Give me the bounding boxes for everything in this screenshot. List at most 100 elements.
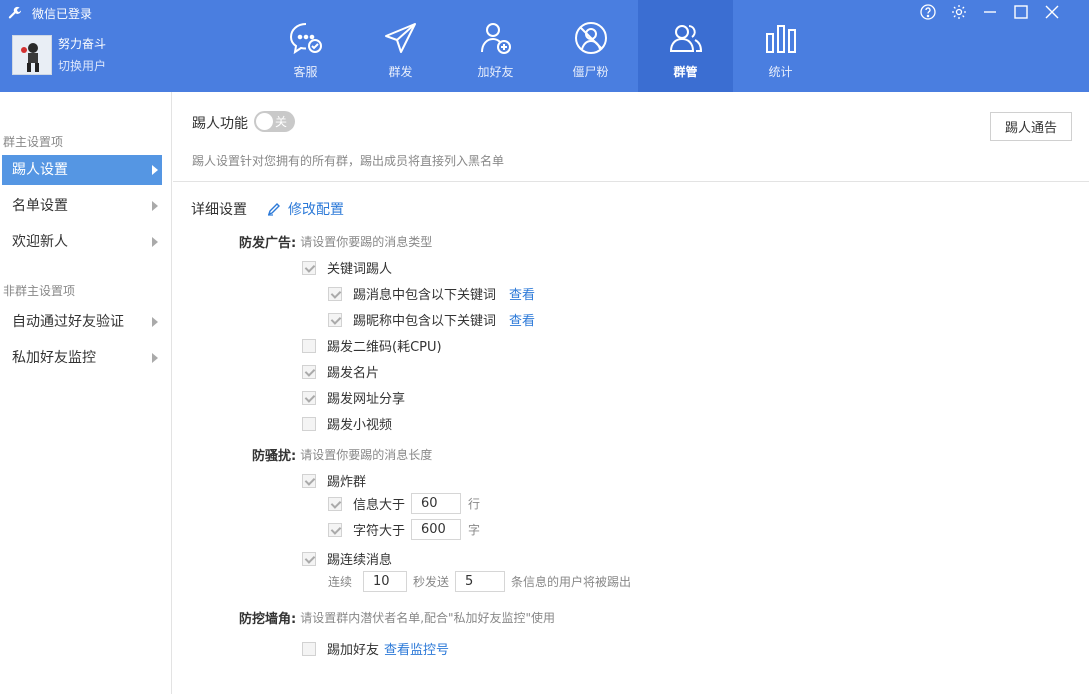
app-title-bar: 微信已登录 — [8, 4, 92, 22]
msg-count-input[interactable] — [411, 493, 462, 514]
qrcode-option[interactable]: 踢发二维码(耗CPU) — [302, 336, 442, 355]
edit-config-label: 修改配置 — [288, 202, 344, 218]
sidebar-item-label: 自动通过好友验证 — [12, 314, 124, 330]
help-icon[interactable] — [918, 2, 937, 21]
detail-settings-row: 详细设置 修改配置 — [191, 199, 344, 219]
sidebar: 群主设置项 踢人设置 名单设置 欢迎新人 非群主设置项 自动通过好友验证 私加好… — [0, 92, 172, 694]
add-friend-checkbox[interactable] — [302, 641, 316, 656]
anti-spam-hint: 请设置你要踢的消息长度 — [300, 448, 433, 462]
option-label: 关键词踢人 — [327, 262, 393, 277]
nonowner-section-title: 非群主设置项 — [3, 284, 76, 298]
chevron-right-icon — [152, 165, 158, 175]
char-count-input[interactable] — [411, 519, 462, 540]
card-checkbox[interactable] — [302, 364, 316, 379]
char-count-option[interactable]: 字符大于 字 — [328, 519, 480, 540]
close-icon[interactable] — [1042, 2, 1061, 21]
consecutive-prefix: 连续 — [328, 575, 353, 589]
nav-label: 僵尸粉 — [572, 65, 609, 79]
option-label: 踢炸群 — [327, 475, 367, 490]
qrcode-checkbox[interactable] — [302, 338, 316, 353]
flood-checkbox[interactable] — [302, 473, 316, 488]
option-label: 踢发网址分享 — [327, 392, 406, 407]
nav-add-friend[interactable]: 加好友 — [448, 0, 543, 92]
nav-kefu[interactable]: 客服 — [258, 0, 353, 92]
sidebar-item-welcome[interactable]: 欢迎新人 — [2, 227, 162, 257]
switch-user-link[interactable]: 切换用户 — [58, 57, 106, 75]
title-bar: 微信已登录 努力奋斗 切换用户 客服 群发 加好友 僵尸粉 群管 统计 — [0, 0, 1089, 92]
minimize-icon[interactable] — [980, 2, 999, 21]
url-share-option[interactable]: 踢发网址分享 — [302, 388, 405, 407]
chevron-right-icon — [152, 353, 158, 363]
nav-label: 客服 — [293, 65, 318, 79]
maximize-icon[interactable] — [1011, 2, 1030, 21]
settings-icon[interactable] — [949, 2, 968, 21]
seconds-label: 秒发送 — [413, 575, 450, 589]
option-label: 踢发二维码(耗CPU) — [327, 340, 442, 355]
consecutive-option[interactable]: 踢连续消息 — [302, 549, 392, 568]
pencil-icon — [267, 203, 280, 216]
edit-config-link[interactable]: 修改配置 — [267, 199, 344, 219]
seconds-input[interactable] — [363, 571, 408, 592]
option-label: 踢发小视频 — [327, 418, 393, 433]
keyword-kick-option[interactable]: 关键词踢人 — [302, 258, 392, 277]
consecutive-config-row: 连续 秒发送 条信息的用户将被踢出 — [328, 571, 631, 592]
nav-label: 群发 — [388, 65, 413, 79]
send-icon — [384, 23, 416, 53]
nav-stats[interactable]: 统计 — [733, 0, 828, 92]
view-msg-keywords-link[interactable]: 查看 — [509, 284, 535, 303]
nav-label: 群管 — [673, 65, 698, 79]
nick-keyword-option[interactable]: 踢昵称中包含以下关键词 查看 — [328, 310, 535, 329]
nav-qunfa[interactable]: 群发 — [353, 0, 448, 92]
option-label: 踢昵称中包含以下关键词 — [353, 314, 497, 329]
sidebar-item-list-settings[interactable]: 名单设置 — [2, 191, 162, 221]
option-label: 踢连续消息 — [327, 553, 393, 568]
kick-notice-button[interactable]: 踢人通告 — [990, 112, 1072, 141]
video-checkbox[interactable] — [302, 416, 316, 431]
msg-keyword-option[interactable]: 踢消息中包含以下关键词 查看 — [328, 284, 535, 303]
sidebar-item-auto-accept[interactable]: 自动通过好友验证 — [2, 307, 162, 337]
message-count-input[interactable] — [455, 571, 506, 592]
msg-count-unit: 行 — [468, 497, 481, 511]
card-option[interactable]: 踢发名片 — [302, 362, 379, 381]
msg-count-option[interactable]: 信息大于 行 — [328, 493, 480, 514]
char-count-checkbox[interactable] — [328, 522, 342, 537]
msg-count-checkbox[interactable] — [328, 496, 342, 511]
nav-label: 加好友 — [477, 65, 514, 79]
nav-zombie[interactable]: 僵尸粉 — [543, 0, 638, 92]
owner-section-title: 群主设置项 — [3, 135, 64, 149]
window-controls — [918, 2, 1061, 21]
group-manage-icon — [669, 25, 702, 52]
user-profile: 努力奋斗 切换用户 — [12, 35, 106, 75]
kick-function-bar: 踢人功能 关 踢人设置针对您拥有的所有群，踢出成员将直接列入黑名单 踢人通告 — [173, 92, 1089, 182]
anti-ads-hint: 请设置你要踢的消息类型 — [300, 235, 433, 249]
nav-group-manage[interactable]: 群管 — [638, 0, 733, 92]
anti-poach-header: 防挖墙角: 请设置群内潜伏者名单,配合"私加好友监控"使用 — [239, 608, 555, 627]
wrench-icon — [8, 6, 22, 19]
kick-function-toggle[interactable]: 关 — [254, 111, 295, 132]
app-title: 微信已登录 — [32, 6, 93, 21]
avatar[interactable] — [12, 35, 52, 75]
sidebar-item-label: 名单设置 — [12, 198, 68, 214]
add-friend-option[interactable]: 踢加好友 查看监控号 — [302, 639, 449, 658]
sidebar-item-kick-settings[interactable]: 踢人设置 — [2, 155, 162, 185]
url-share-checkbox[interactable] — [302, 390, 316, 405]
zombie-fans-icon — [574, 22, 607, 54]
flood-option[interactable]: 踢炸群 — [302, 471, 366, 490]
msg-keyword-checkbox[interactable] — [328, 286, 342, 301]
sidebar-item-private-friend-monitor[interactable]: 私加好友监控 — [2, 343, 162, 373]
add-friend-icon — [480, 23, 511, 54]
chat-icon — [289, 23, 322, 55]
option-label: 字符大于 — [353, 524, 406, 539]
nick-keyword-checkbox[interactable] — [328, 312, 342, 327]
video-option[interactable]: 踢发小视频 — [302, 414, 392, 433]
kick-function-label: 踢人功能 — [192, 116, 248, 132]
view-nick-keywords-link[interactable]: 查看 — [509, 310, 535, 329]
consecutive-checkbox[interactable] — [302, 551, 316, 566]
sidebar-item-label: 欢迎新人 — [12, 234, 68, 250]
keyword-kick-checkbox[interactable] — [302, 260, 316, 275]
anti-spam-header: 防骚扰: 请设置你要踢的消息长度 — [252, 445, 432, 464]
anti-ads-header: 防发广告: 请设置你要踢的消息类型 — [239, 232, 432, 251]
main-panel: 踢人功能 关 踢人设置针对您拥有的所有群，踢出成员将直接列入黑名单 踢人通告 详… — [173, 92, 1089, 694]
view-monitor-accounts-link[interactable]: 查看监控号 — [384, 639, 449, 658]
kick-function-description: 踢人设置针对您拥有的所有群，踢出成员将直接列入黑名单 — [192, 154, 505, 168]
